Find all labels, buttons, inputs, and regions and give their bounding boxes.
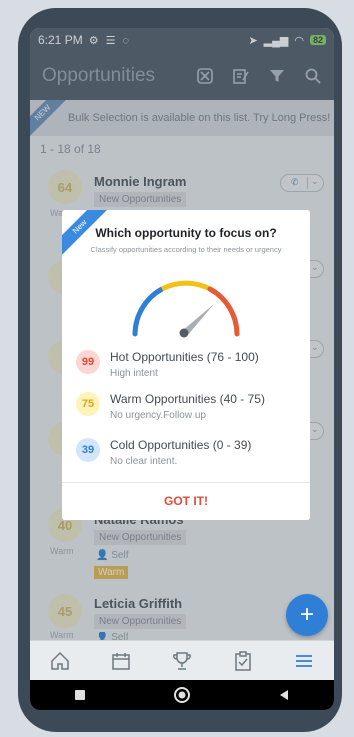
- system-nav-bar: [30, 680, 334, 710]
- recents-icon[interactable]: [73, 688, 87, 702]
- tier-warm: 75 Warm Opportunities (40 - 75) No urgen…: [76, 392, 306, 432]
- tier-cold: 39 Cold Opportunities (0 - 39) No clear …: [76, 438, 306, 478]
- tier-description: High intent: [110, 368, 158, 379]
- focus-dialog: New Which opportunity to focus on? Class…: [62, 210, 310, 520]
- calendar-icon[interactable]: [110, 650, 132, 672]
- add-fab-button[interactable]: +: [286, 594, 328, 636]
- home-icon[interactable]: [49, 650, 71, 672]
- score-badge: 99: [76, 350, 100, 374]
- score-badge: 39: [76, 438, 100, 462]
- back-icon[interactable]: [277, 688, 291, 702]
- tier-description: No urgency.Follow up: [110, 410, 206, 421]
- tier-title: Cold Opportunities (0 - 39): [110, 438, 252, 452]
- home-button-icon[interactable]: [173, 686, 191, 704]
- got-it-button[interactable]: GOT IT!: [62, 483, 310, 520]
- phone-screen: 6:21 PM ⚙ ☰ ◌ ➤ ▂▄▆ ◠ 82 Opportunities N…: [30, 28, 334, 710]
- tier-title: Hot Opportunities (76 - 100): [110, 350, 259, 364]
- bottom-nav: [30, 640, 334, 680]
- score-badge: 75: [76, 392, 100, 416]
- tier-hot: 99 Hot Opportunities (76 - 100) High int…: [76, 350, 306, 390]
- trophy-icon[interactable]: [171, 650, 193, 672]
- gauge-icon: [132, 280, 240, 338]
- menu-icon[interactable]: [293, 650, 315, 672]
- tier-description: No clear intent.: [110, 456, 178, 467]
- dialog-subtitle: Classify opportunities according to thei…: [90, 245, 282, 254]
- dialog-title: Which opportunity to focus on?: [95, 226, 277, 240]
- tier-title: Warm Opportunities (40 - 75): [110, 392, 265, 406]
- task-check-icon[interactable]: [232, 650, 254, 672]
